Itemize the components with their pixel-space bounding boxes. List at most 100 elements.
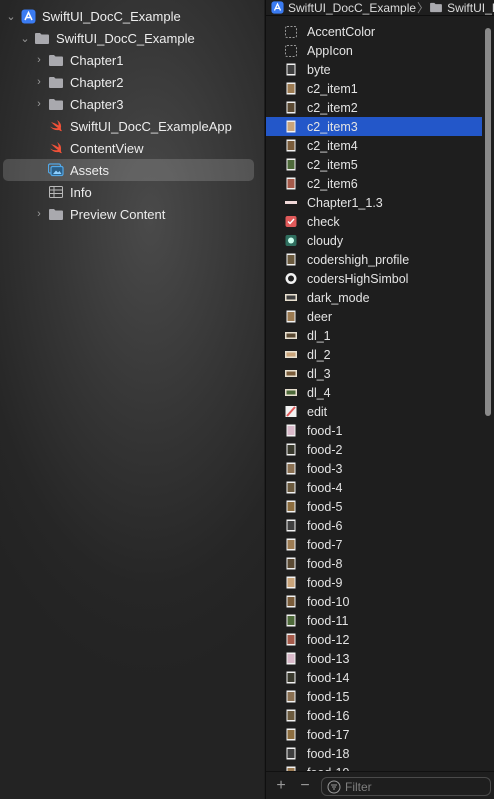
- chevron-down-icon[interactable]: ⌄: [19, 32, 31, 45]
- asset-row[interactable]: food-16: [266, 706, 482, 725]
- chevron-right-icon[interactable]: ›: [33, 76, 45, 88]
- asset-row[interactable]: dl_4: [266, 383, 482, 402]
- filter-field[interactable]: [321, 777, 491, 796]
- asset-row[interactable]: c2_item3: [266, 117, 482, 136]
- nav-row-info[interactable]: Info: [0, 181, 264, 203]
- scrollbar-thumb[interactable]: [485, 28, 491, 416]
- image-thumbnail-icon: [285, 671, 297, 684]
- asset-row[interactable]: food-5: [266, 497, 482, 516]
- image-thumbnail-icon: [285, 120, 297, 133]
- asset-row[interactable]: food-17: [266, 725, 482, 744]
- asset-row[interactable]: codersHighSimbol: [266, 269, 482, 288]
- nav-label: SwiftUI_DocC_ExampleApp: [70, 118, 232, 134]
- nav-row-app-file[interactable]: SwiftUI_DocC_ExampleApp: [0, 115, 264, 137]
- folder-icon: [430, 2, 442, 13]
- chevron-down-icon[interactable]: ⌄: [5, 10, 17, 23]
- asset-row[interactable]: food-4: [266, 478, 482, 497]
- asset-row[interactable]: check: [266, 212, 482, 231]
- image-thumbnail-icon: [285, 329, 297, 342]
- filter-input[interactable]: [345, 779, 475, 794]
- nav-row-chapter2[interactable]: › Chapter2: [0, 71, 264, 93]
- asset-row[interactable]: food-3: [266, 459, 482, 478]
- asset-label: c2_item5: [307, 157, 358, 172]
- asset-row[interactable]: food-1: [266, 421, 482, 440]
- chevron-right-icon[interactable]: ›: [33, 208, 45, 220]
- nav-row-assets[interactable]: Assets: [0, 159, 264, 181]
- image-thumbnail-icon: [285, 500, 297, 513]
- asset-label: Chapter1_1.3: [307, 195, 383, 210]
- breadcrumb-project[interactable]: SwiftUI_DocC_Example: [271, 1, 416, 15]
- image-thumbnail-icon: [285, 709, 297, 722]
- jump-bar: SwiftUI_DocC_Example 〉 SwiftUI_I: [266, 0, 494, 16]
- asset-row[interactable]: c2_item2: [266, 98, 482, 117]
- project-navigator: ⌄ SwiftUI_DocC_Example ⌄ SwiftUI_DocC_Ex…: [0, 0, 264, 799]
- nav-row-group[interactable]: ⌄ SwiftUI_DocC_Example: [0, 27, 264, 49]
- image-thumbnail-icon: [285, 557, 297, 570]
- asset-row[interactable]: food-7: [266, 535, 482, 554]
- asset-row[interactable]: food-10: [266, 592, 482, 611]
- image-thumbnail-icon: [285, 690, 297, 703]
- asset-row[interactable]: food-6: [266, 516, 482, 535]
- remove-button[interactable]: −: [293, 777, 317, 795]
- asset-label: food-7: [307, 537, 343, 552]
- asset-row[interactable]: dl_2: [266, 345, 482, 364]
- asset-row[interactable]: AppIcon: [266, 41, 482, 60]
- asset-row[interactable]: dl_1: [266, 326, 482, 345]
- chevron-right-icon[interactable]: ›: [33, 54, 45, 66]
- add-button[interactable]: +: [269, 777, 293, 795]
- nav-label: Chapter2: [70, 74, 124, 90]
- asset-row[interactable]: food-9: [266, 573, 482, 592]
- asset-label: food-17: [307, 727, 350, 742]
- asset-label: AppIcon: [307, 43, 353, 58]
- asset-row[interactable]: food-19: [266, 763, 482, 771]
- asset-row[interactable]: c2_item4: [266, 136, 482, 155]
- asset-label: food-10: [307, 594, 350, 609]
- asset-row[interactable]: food-13: [266, 649, 482, 668]
- asset-row[interactable]: c2_item1: [266, 79, 482, 98]
- asset-row[interactable]: food-18: [266, 744, 482, 763]
- scrollbar[interactable]: [483, 24, 493, 771]
- asset-row[interactable]: edit: [266, 402, 482, 421]
- asset-row[interactable]: c2_item6: [266, 174, 482, 193]
- asset-row[interactable]: food-15: [266, 687, 482, 706]
- asset-row[interactable]: food-8: [266, 554, 482, 573]
- asset-label: dl_2: [307, 347, 331, 362]
- asset-row[interactable]: codershigh_profile: [266, 250, 482, 269]
- asset-row[interactable]: c2_item5: [266, 155, 482, 174]
- asset-row[interactable]: AccentColor: [266, 22, 482, 41]
- asset-row[interactable]: Chapter1_1.3: [266, 193, 482, 212]
- asset-label: food-13: [307, 651, 350, 666]
- nav-row-project[interactable]: ⌄ SwiftUI_DocC_Example: [0, 5, 264, 27]
- asset-label: food-11: [307, 613, 349, 628]
- image-thumbnail-icon: [285, 519, 297, 532]
- nav-label: Chapter1: [70, 52, 124, 68]
- asset-row[interactable]: deer: [266, 307, 482, 326]
- xcode-project-icon: [20, 8, 36, 24]
- breadcrumb-separator: 〉: [417, 1, 430, 15]
- nav-row-contentview[interactable]: ContentView: [0, 137, 264, 159]
- chevron-right-icon[interactable]: ›: [33, 98, 45, 110]
- nav-row-chapter1[interactable]: › Chapter1: [0, 49, 264, 71]
- image-thumbnail-icon: [285, 481, 297, 494]
- asset-row[interactable]: food-12: [266, 630, 482, 649]
- image-thumbnail-icon: [285, 158, 297, 171]
- asset-list[interactable]: AccentColor AppIcon byte c2_item1 c2_item2 c2…: [266, 22, 482, 771]
- folder-icon: [48, 74, 64, 90]
- asset-row[interactable]: dl_3: [266, 364, 482, 383]
- asset-label: food-5: [307, 499, 343, 514]
- asset-row[interactable]: food-2: [266, 440, 482, 459]
- asset-row[interactable]: food-11: [266, 611, 482, 630]
- plist-table-icon: [48, 184, 64, 200]
- breadcrumb-folder-label: SwiftUI_I: [447, 0, 494, 15]
- asset-row[interactable]: dark_mode: [266, 288, 482, 307]
- nav-row-preview-content[interactable]: › Preview Content: [0, 203, 264, 225]
- asset-row[interactable]: cloudy: [266, 231, 482, 250]
- breadcrumb-folder[interactable]: SwiftUI_I: [429, 1, 494, 15]
- folder-icon: [48, 96, 64, 112]
- asset-row[interactable]: byte: [266, 60, 482, 79]
- image-thumbnail-icon: [285, 101, 297, 114]
- app-icon-set-icon: [285, 44, 297, 57]
- image-thumbnail-icon: [285, 405, 297, 418]
- nav-row-chapter3[interactable]: › Chapter3: [0, 93, 264, 115]
- asset-row[interactable]: food-14: [266, 668, 482, 687]
